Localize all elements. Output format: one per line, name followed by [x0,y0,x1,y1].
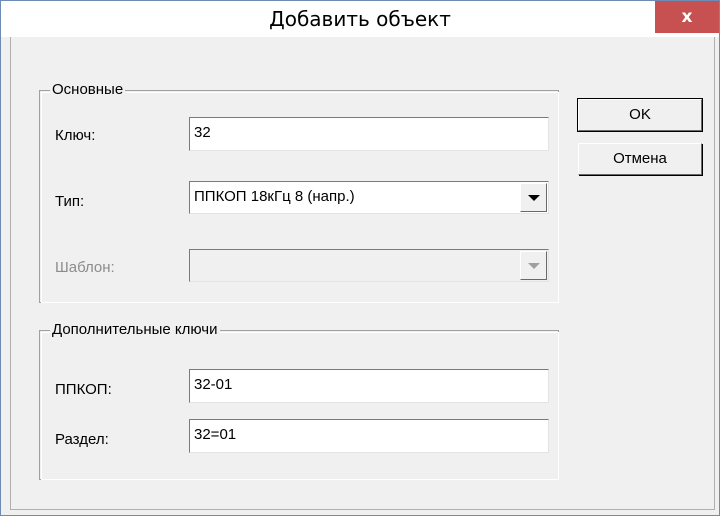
type-label: Тип: [55,193,85,210]
extra-keys-legend: Дополнительные ключи [50,321,220,339]
section-field[interactable]: 32=01 [189,419,549,453]
ok-button[interactable]: OK [577,98,703,132]
template-label: Шаблон: [55,259,115,276]
key-field[interactable]: 32 [189,117,549,151]
template-dropdown-button [520,251,547,280]
dialog-window: Добавить объект x Основные Ключ: 32 Тип:… [0,0,720,516]
cancel-button[interactable]: Отмена [578,143,702,175]
template-select [189,249,549,282]
ppkop-field[interactable]: 32-01 [189,369,549,403]
key-value: 32 [194,124,211,141]
type-dropdown-button[interactable] [520,183,547,212]
title-bar[interactable]: Добавить объект x [1,1,719,37]
dialog-title: Добавить объект [269,7,451,31]
ppkop-label: ППКОП: [55,381,112,398]
type-select[interactable]: ППКОП 18кГц 8 (напр.) [189,181,549,214]
dialog-body: Основные Ключ: 32 Тип: ППКОП 18кГц 8 (на… [10,37,715,510]
chevron-down-icon [527,262,540,269]
close-icon: x [681,7,693,27]
close-button[interactable]: x [655,1,719,33]
key-label: Ключ: [55,127,96,144]
section-label: Раздел: [55,431,109,448]
chevron-down-icon [527,194,540,201]
main-group-legend: Основные [50,81,126,99]
section-value: 32=01 [194,426,237,443]
type-value: ППКОП 18кГц 8 (напр.) [194,188,355,205]
ppkop-value: 32-01 [194,376,233,393]
extra-keys-group: Дополнительные ключи [39,321,559,480]
